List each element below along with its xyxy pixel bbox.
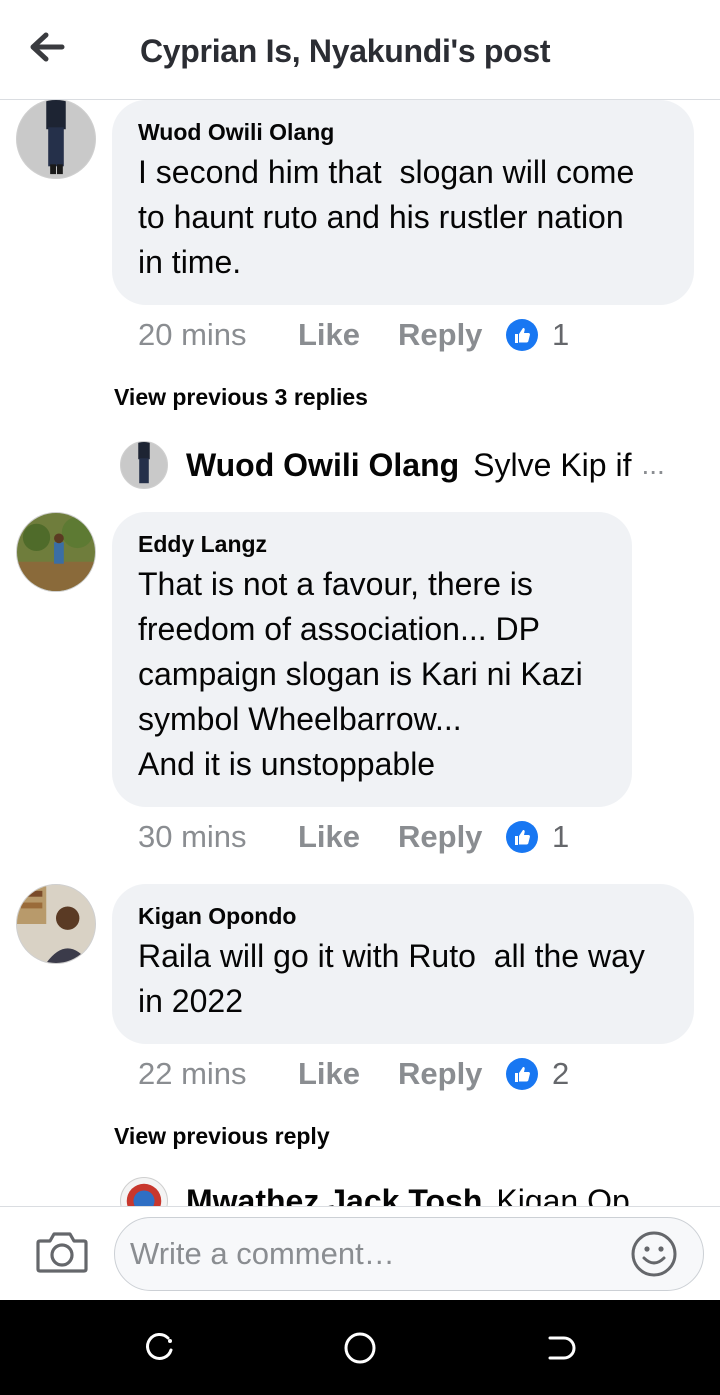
top-bar: Cyprian Is, Nyakundi's post [0, 0, 720, 100]
avatar [120, 441, 168, 489]
comment-author[interactable]: Kigan Opondo [138, 902, 668, 930]
like-button[interactable]: Like [298, 819, 398, 855]
user-photo [17, 885, 95, 963]
comment-actions: 20 mins Like Reply 1 [138, 315, 569, 355]
system-nav-bar [0, 1300, 720, 1395]
like-count[interactable]: 1 [552, 317, 569, 353]
arrow-left-icon [30, 32, 65, 62]
back-nav-button[interactable] [542, 1330, 578, 1366]
comment-author[interactable]: Wuod Owili Olang [138, 118, 668, 146]
reply-button[interactable]: Reply [398, 819, 506, 855]
comment-bubble[interactable]: Wuod Owili Olang I second him that sloga… [112, 100, 694, 305]
comment-text: That is not a favour, there is freedom o… [138, 566, 583, 782]
reply-preview[interactable]: Wuod Owili Olang Sylve Kip if ... [120, 440, 680, 490]
thumbs-up-icon [506, 1058, 538, 1090]
emoji-icon [631, 1231, 677, 1277]
page-title: Cyprian Is, Nyakundi's post [140, 33, 551, 69]
reply-text: Kigan Op [496, 1182, 630, 1207]
comment-time[interactable]: 30 mins [138, 819, 298, 855]
comment-actions: 22 mins Like Reply 2 [138, 1054, 569, 1094]
emoji-button[interactable] [630, 1230, 678, 1278]
comment-bubble[interactable]: Eddy Langz That is not a favour, there i… [112, 512, 632, 807]
camera-icon [36, 1232, 88, 1273]
like-count[interactable]: 2 [552, 1056, 569, 1092]
user-photo [121, 1178, 167, 1206]
reply-button[interactable]: Reply [398, 1056, 506, 1092]
comment-composer [0, 1206, 720, 1300]
comment-text: Raila will go it with Ruto all the way i… [138, 938, 645, 1019]
recents-icon [146, 1333, 173, 1360]
reply-preview[interactable]: Mwathez Jack Tosh Kigan Op [120, 1176, 680, 1206]
recents-button[interactable] [142, 1330, 178, 1366]
reply-text: Sylve Kip if [473, 446, 632, 483]
comment-text: I second him that slogan will come to ha… [138, 154, 635, 280]
camera-button[interactable] [34, 1227, 90, 1277]
reply-author: Mwathez Jack Tosh [186, 1182, 483, 1207]
thumbs-up-icon [506, 821, 538, 853]
like-button[interactable]: Like [298, 1056, 398, 1092]
comment-time[interactable]: 22 mins [138, 1056, 298, 1092]
view-previous-replies[interactable]: View previous reply [114, 1123, 330, 1150]
back-nav-icon [548, 1336, 576, 1360]
user-photo [17, 513, 95, 591]
like-button[interactable]: Like [298, 317, 398, 353]
avatar[interactable] [16, 100, 96, 179]
reply-button[interactable]: Reply [398, 317, 506, 353]
thumbs-up-icon [506, 319, 538, 351]
home-icon [344, 1332, 376, 1364]
view-previous-replies[interactable]: View previous 3 replies [114, 384, 368, 411]
comment-input[interactable] [114, 1217, 704, 1291]
comment-author[interactable]: Eddy Langz [138, 530, 606, 558]
back-button[interactable] [22, 26, 72, 70]
like-count[interactable]: 1 [552, 819, 569, 855]
comment-time[interactable]: 20 mins [138, 317, 298, 353]
reply-ellipsis: ... [641, 449, 665, 480]
comment-actions: 30 mins Like Reply 1 [138, 817, 569, 857]
reply-author: Wuod Owili Olang [186, 446, 460, 483]
avatar[interactable] [16, 884, 96, 964]
avatar [120, 1177, 168, 1206]
avatar[interactable] [16, 512, 96, 592]
home-button[interactable] [342, 1330, 378, 1366]
comments-list[interactable]: Wuod Owili Olang I second him that sloga… [0, 100, 720, 1206]
user-photo [121, 442, 167, 488]
user-photo [17, 100, 95, 178]
comment-bubble[interactable]: Kigan Opondo Raila will go it with Ruto … [112, 884, 694, 1044]
